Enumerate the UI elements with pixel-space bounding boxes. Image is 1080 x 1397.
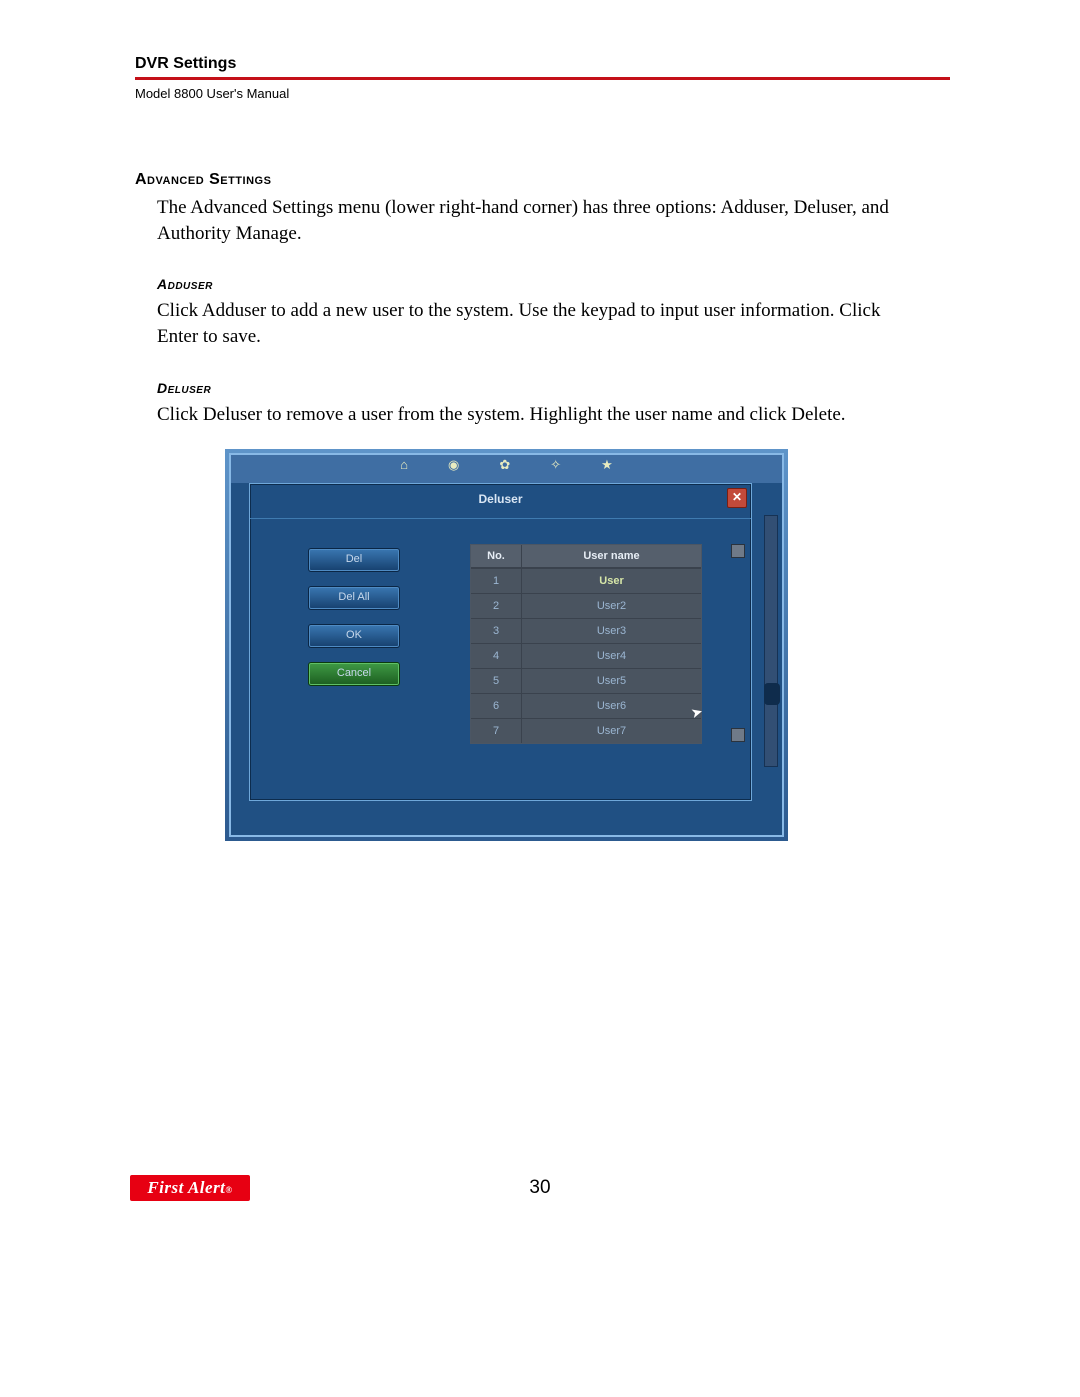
cell-username: User3 bbox=[522, 619, 701, 643]
toolbar-icon: ✧ bbox=[550, 457, 561, 481]
table-row[interactable]: 7User7 bbox=[471, 718, 701, 743]
paragraph-deluser: Click Deluser to remove a user from the … bbox=[157, 402, 917, 428]
scroll-up-icon[interactable] bbox=[731, 544, 745, 558]
dvr-toolbar: ⌂ ◉ ✿ ✧ ★ bbox=[231, 457, 782, 481]
cell-username: User6 bbox=[522, 694, 701, 718]
cell-username: User5 bbox=[522, 669, 701, 693]
paragraph-adduser: Click Adduser to add a new user to the s… bbox=[157, 298, 917, 349]
dvr-side-knob[interactable] bbox=[764, 683, 780, 705]
cancel-button[interactable]: Cancel bbox=[308, 662, 400, 686]
cell-no: 3 bbox=[471, 619, 522, 643]
table-row[interactable]: 6User6 bbox=[471, 693, 701, 718]
cell-username: User4 bbox=[522, 644, 701, 668]
cell-no: 7 bbox=[471, 719, 522, 743]
cell-no: 4 bbox=[471, 644, 522, 668]
heading-deluser: Deluser bbox=[157, 380, 950, 396]
toolbar-icon: ⌂ bbox=[400, 457, 408, 481]
dvr-window: ⌂ ◉ ✿ ✧ ★ Deluser ✕ Del Del All OK bbox=[229, 453, 784, 837]
close-icon[interactable]: ✕ bbox=[727, 488, 747, 508]
page-header-subtitle: Model 8800 User's Manual bbox=[135, 86, 950, 101]
toolbar-icon: ✿ bbox=[499, 457, 510, 481]
table-header: No. User name bbox=[471, 545, 701, 568]
cell-username: User bbox=[522, 569, 701, 593]
cell-username: User2 bbox=[522, 594, 701, 618]
cell-username: User7 bbox=[522, 719, 701, 743]
del-all-button[interactable]: Del All bbox=[308, 586, 400, 610]
user-table: No. User name 1User2User23User34User45Us… bbox=[470, 544, 702, 744]
deluser-modal: Deluser ✕ Del Del All OK Cancel No bbox=[249, 483, 752, 801]
scroll-down-icon[interactable] bbox=[731, 728, 745, 742]
modal-title: Deluser bbox=[250, 492, 751, 506]
page-header-title: DVR Settings bbox=[135, 55, 950, 73]
heading-advanced-settings: Advanced Settings bbox=[135, 171, 950, 189]
table-row[interactable]: 5User5 bbox=[471, 668, 701, 693]
cell-no: 2 bbox=[471, 594, 522, 618]
heading-adduser: Adduser bbox=[157, 276, 950, 292]
paragraph-advanced-settings: The Advanced Settings menu (lower right-… bbox=[157, 195, 917, 246]
deluser-screenshot: ⌂ ◉ ✿ ✧ ★ Deluser ✕ Del Del All OK bbox=[225, 449, 788, 841]
header-rule bbox=[135, 77, 950, 80]
table-row[interactable]: 4User4 bbox=[471, 643, 701, 668]
table-row[interactable]: 2User2 bbox=[471, 593, 701, 618]
col-header-username: User name bbox=[522, 545, 701, 567]
toolbar-icon: ◉ bbox=[448, 457, 459, 481]
table-row[interactable]: 3User3 bbox=[471, 618, 701, 643]
table-row[interactable]: 1User bbox=[471, 568, 701, 593]
dvr-side-scrollbar[interactable] bbox=[764, 515, 778, 767]
cell-no: 6 bbox=[471, 694, 522, 718]
ok-button[interactable]: OK bbox=[308, 624, 400, 648]
del-button[interactable]: Del bbox=[308, 548, 400, 572]
toolbar-icon: ★ bbox=[601, 457, 613, 481]
col-header-no: No. bbox=[471, 545, 522, 567]
cell-no: 5 bbox=[471, 669, 522, 693]
page-number: 30 bbox=[130, 1177, 950, 1199]
cell-no: 1 bbox=[471, 569, 522, 593]
